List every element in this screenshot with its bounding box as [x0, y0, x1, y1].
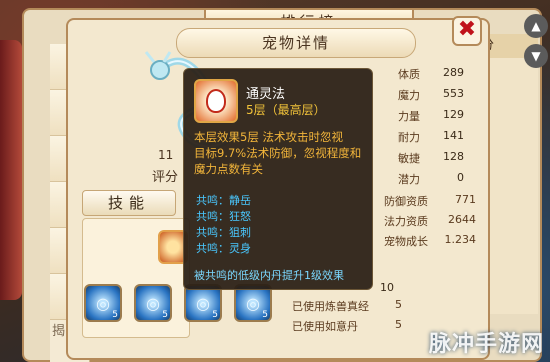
attribute-row: 魔力 553	[398, 87, 464, 102]
aptitude-list: 防御资质 771 法力资质 2644 宠物成长 1.234	[384, 193, 476, 253]
left-scene-decoration	[0, 40, 22, 300]
site-watermark: 脉冲手游网	[428, 332, 544, 357]
skill-level: 5	[212, 310, 218, 320]
resonance-item: 共鸣：狙刺	[196, 226, 251, 239]
skill-level: 5	[162, 310, 168, 320]
resonance-item: 共鸣：灵身	[196, 242, 251, 255]
skills-tab[interactable]: 技能	[82, 190, 176, 216]
attribute-row: 敏捷 128	[398, 150, 464, 165]
aptitude-row: 宠物成长 1.234	[384, 233, 476, 248]
exp-row: 已使用如意丹 5	[292, 318, 402, 333]
skill-tooltip: 通灵法 5层（最高层） 本层效果5层 法术攻击时忽视 目标9.7%法术防御，忽视…	[183, 68, 373, 290]
skill-mask-icon	[194, 79, 238, 123]
attribute-row: 潜力 0	[398, 171, 464, 186]
partial-value: 10	[380, 281, 394, 294]
skill-level: 5	[112, 310, 118, 320]
skill-slot-2[interactable]: ◎ 5	[134, 284, 172, 322]
resonance-item: 共鸣：静岳	[196, 194, 251, 207]
scroll-down-button[interactable]: ▼	[524, 44, 548, 68]
tooltip-skill-level: 5层（最高层）	[246, 103, 326, 117]
tooltip-resonance-list: 共鸣：静岳 共鸣：狂怒 共鸣：狙刺 共鸣：灵身	[196, 193, 251, 257]
tooltip-footer: 被共鸣的低级内丹提升1级效果	[194, 269, 344, 282]
score-value-partial: 11	[158, 148, 174, 162]
attribute-list: 体质 289 魔力 553 力量 129 耐力 141 敏捷 128 潜力 0	[398, 66, 464, 192]
exp-row: 已使用炼兽真经 5	[292, 298, 402, 313]
resonance-item: 共鸣：狂怒	[196, 210, 251, 223]
scroll-up-button[interactable]: ▲	[524, 14, 548, 38]
score-label: 评分	[152, 170, 179, 185]
aptitude-row: 防御资质 771	[384, 193, 476, 208]
tooltip-description: 本层效果5层 法术攻击时忽视 目标9.7%法术防御，忽视程度和 魔力点数有关	[194, 130, 362, 176]
aptitude-row: 法力资质 2644	[384, 213, 476, 228]
skill-slot-1[interactable]: ◎ 5	[84, 284, 122, 322]
partial-left-label: 揭	[52, 324, 66, 339]
attribute-row: 耐力 141	[398, 129, 464, 144]
mask-face-icon	[206, 89, 226, 113]
close-button[interactable]: ✖	[452, 16, 482, 46]
attribute-row: 力量 129	[398, 108, 464, 123]
attribute-row: 体质 289	[398, 66, 464, 81]
skill-level: 5	[262, 310, 268, 320]
tooltip-skill-name: 通灵法	[246, 87, 286, 102]
